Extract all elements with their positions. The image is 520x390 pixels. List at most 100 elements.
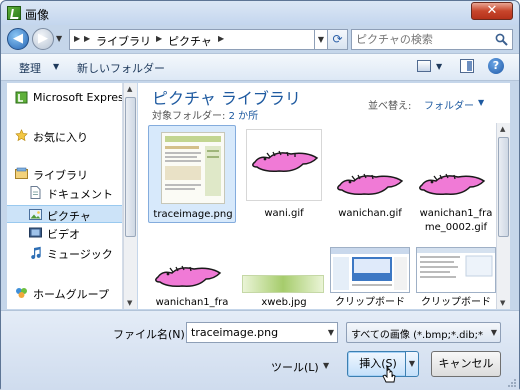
content-scrollbar[interactable]: ▲ ▼ <box>496 123 510 309</box>
back-button[interactable]: ◀ <box>7 28 29 50</box>
file-name: wanichan.gif <box>338 208 402 219</box>
file-item-wanichan1-frame[interactable]: wanichan1_fra <box>148 243 236 309</box>
file-item-wani[interactable]: wani.gif <box>240 125 328 223</box>
nav-item-pictures[interactable]: ピクチャ <box>7 205 122 223</box>
file-name: traceimage.png <box>153 209 233 220</box>
file-item-wanichan[interactable]: wanichan.gif <box>326 125 414 223</box>
screenshot-thumbnail <box>416 247 496 293</box>
nav-item-microsoft-express[interactable]: Microsoft Express <box>7 89 122 107</box>
file-name-input[interactable]: traceimage.png ▼ <box>186 322 338 343</box>
insert-options-button[interactable]: ▼ <box>405 351 419 377</box>
crocodile-image <box>155 265 222 287</box>
file-item-xweb[interactable]: xweb.jpg <box>240 243 328 309</box>
file-name: wani.gif <box>264 208 304 219</box>
chevron-down-icon[interactable]: ▼ <box>323 361 329 370</box>
file-name-label: ファイル名(N): <box>113 328 189 341</box>
file-name: クリップボード <box>335 297 405 308</box>
document-icon <box>30 186 41 199</box>
file-item-clipboard-1[interactable]: クリップボード <box>326 243 414 309</box>
history-dropdown-icon[interactable]: ▼ <box>56 34 65 43</box>
scroll-down-icon[interactable]: ▼ <box>127 299 132 307</box>
navigation-scrollbar[interactable]: ▲ ▼ <box>123 83 137 309</box>
file-item-wanichan1-frame-0002[interactable]: wanichan1_fra me_0002.gif <box>412 125 500 237</box>
nav-item-favorites[interactable]: お気に入り <box>7 127 122 145</box>
scrollbar-thumb[interactable] <box>498 137 509 237</box>
nav-item-libraries[interactable]: ライブラリ <box>7 165 122 183</box>
title-bar[interactable]: 画像 ✕ <box>1 1 519 25</box>
target-locations-link[interactable]: 2 か所 <box>229 111 259 122</box>
breadcrumb-libraries[interactable]: ライブラリ <box>96 33 151 49</box>
chevron-down-icon[interactable]: ▼ <box>478 98 484 107</box>
refresh-button[interactable]: ⟳ <box>327 29 348 50</box>
tools-button[interactable]: ツール(L) <box>271 359 319 375</box>
cancel-button[interactable]: キャンセル <box>431 351 501 377</box>
scroll-up-icon[interactable]: ▲ <box>127 85 132 93</box>
nav-item-videos[interactable]: ビデオ <box>7 224 122 242</box>
chevron-down-icon[interactable]: ▼ <box>328 328 334 337</box>
nav-item-documents[interactable]: ドキュメント <box>7 184 122 202</box>
chevron-down-icon: ▼ <box>53 62 60 71</box>
arrange-by-label: 並べ替え: <box>368 101 412 112</box>
command-bar: 整理 ▼ 新しいフォルダー ▼ ? <box>1 53 519 81</box>
crocodile-image <box>419 173 486 195</box>
breadcrumb-root-icon[interactable]: ▶ <box>74 34 80 43</box>
nav-item-music[interactable]: ミュージック <box>7 244 122 262</box>
library-target: 対象フォルダー: 2 か所 <box>152 107 258 122</box>
scroll-down-icon[interactable]: ▼ <box>500 299 505 307</box>
chevron-down-icon[interactable]: ▼ <box>491 328 497 337</box>
new-folder-button[interactable]: 新しいフォルダー <box>77 60 165 76</box>
image-thumbnail <box>242 275 324 293</box>
window-title: 画像 <box>25 8 50 22</box>
file-item-clipboard-2[interactable]: クリップボード <box>412 243 500 309</box>
file-name: クリップボード <box>421 297 491 308</box>
resize-grip-icon[interactable] <box>507 378 517 388</box>
chevron-right-icon[interactable]: ▶ <box>156 34 162 43</box>
star-icon <box>15 129 28 142</box>
mouse-pointer-icon <box>382 365 396 383</box>
file-name-line2: me_0002.gif <box>424 222 488 233</box>
office-icon <box>15 91 28 104</box>
homegroup-icon <box>16 288 27 298</box>
arrange-by-dropdown[interactable]: フォルダー <box>424 97 474 112</box>
address-row: ◀ ▶ ▼ ▶ ▶ ライブラリ ▶ ピクチャ ▶ ▼ ⟳ <box>1 25 519 53</box>
file-name: xweb.jpg <box>261 297 307 308</box>
image-thumbnail-frame <box>246 129 322 201</box>
file-type-filter[interactable]: すべての画像 (*.bmp;*.dib;* ▼ <box>346 322 501 343</box>
address-bar[interactable]: ▶ ▶ ライブラリ ▶ ピクチャ ▶ <box>69 29 315 50</box>
search-box[interactable] <box>351 29 513 50</box>
search-input[interactable] <box>356 32 491 47</box>
help-icon[interactable]: ? <box>488 58 504 74</box>
view-menu-chevron-icon[interactable]: ▼ <box>436 62 442 71</box>
forward-button[interactable]: ▶ <box>32 28 54 50</box>
navigation-pane: Microsoft Express お気に入り ライブラリ ドキュメント ピクチ… <box>7 83 123 309</box>
preview-pane-icon[interactable] <box>460 59 474 73</box>
file-content-pane: ピクチャ ライブラリ 対象フォルダー: 2 か所 並べ替え: フォルダー ▼ t… <box>138 83 510 309</box>
music-icon <box>31 246 41 259</box>
file-name-value: traceimage.png <box>191 326 279 339</box>
screenshot-thumbnail <box>330 247 410 293</box>
chevron-right-icon: ▶ <box>84 34 91 43</box>
file-item-traceimage[interactable]: traceimage.png <box>148 125 236 223</box>
picture-icon <box>29 209 42 220</box>
insert-button[interactable]: 挿入(S) <box>347 351 409 377</box>
search-icon[interactable] <box>495 33 508 46</box>
breadcrumb-pictures[interactable]: ピクチャ <box>168 33 212 49</box>
crocodile-image <box>337 173 404 195</box>
library-title: ピクチャ ライブラリ <box>152 89 301 108</box>
file-type-value: すべての画像 (*.bmp;*.dib;* <box>351 330 483 341</box>
nav-item-homegroup[interactable]: ホームグループ <box>7 284 122 302</box>
crocodile-image <box>252 150 319 172</box>
chevron-right-icon[interactable]: ▶ <box>218 34 224 43</box>
close-button[interactable]: ✕ <box>471 2 513 20</box>
scrollbar-thumb[interactable] <box>125 97 136 237</box>
change-view-icon[interactable] <box>417 60 431 72</box>
image-thumbnail <box>161 132 225 204</box>
dialog-footer: ファイル名(N): traceimage.png ▼ すべての画像 (*.bmp… <box>1 310 519 390</box>
scroll-up-icon[interactable]: ▲ <box>500 125 505 133</box>
library-icon <box>15 167 28 179</box>
target-folder-label: 対象フォルダー: <box>152 111 226 122</box>
file-name-line1: wanichan1_fra <box>419 208 493 219</box>
organize-button[interactable]: 整理 <box>19 60 41 76</box>
video-icon <box>29 227 42 238</box>
file-dialog-window: 画像 ✕ ◀ ▶ ▼ ▶ ▶ ライブラリ ▶ ピクチャ ▶ ▼ ⟳ 整理 ▼ 新… <box>0 0 520 390</box>
